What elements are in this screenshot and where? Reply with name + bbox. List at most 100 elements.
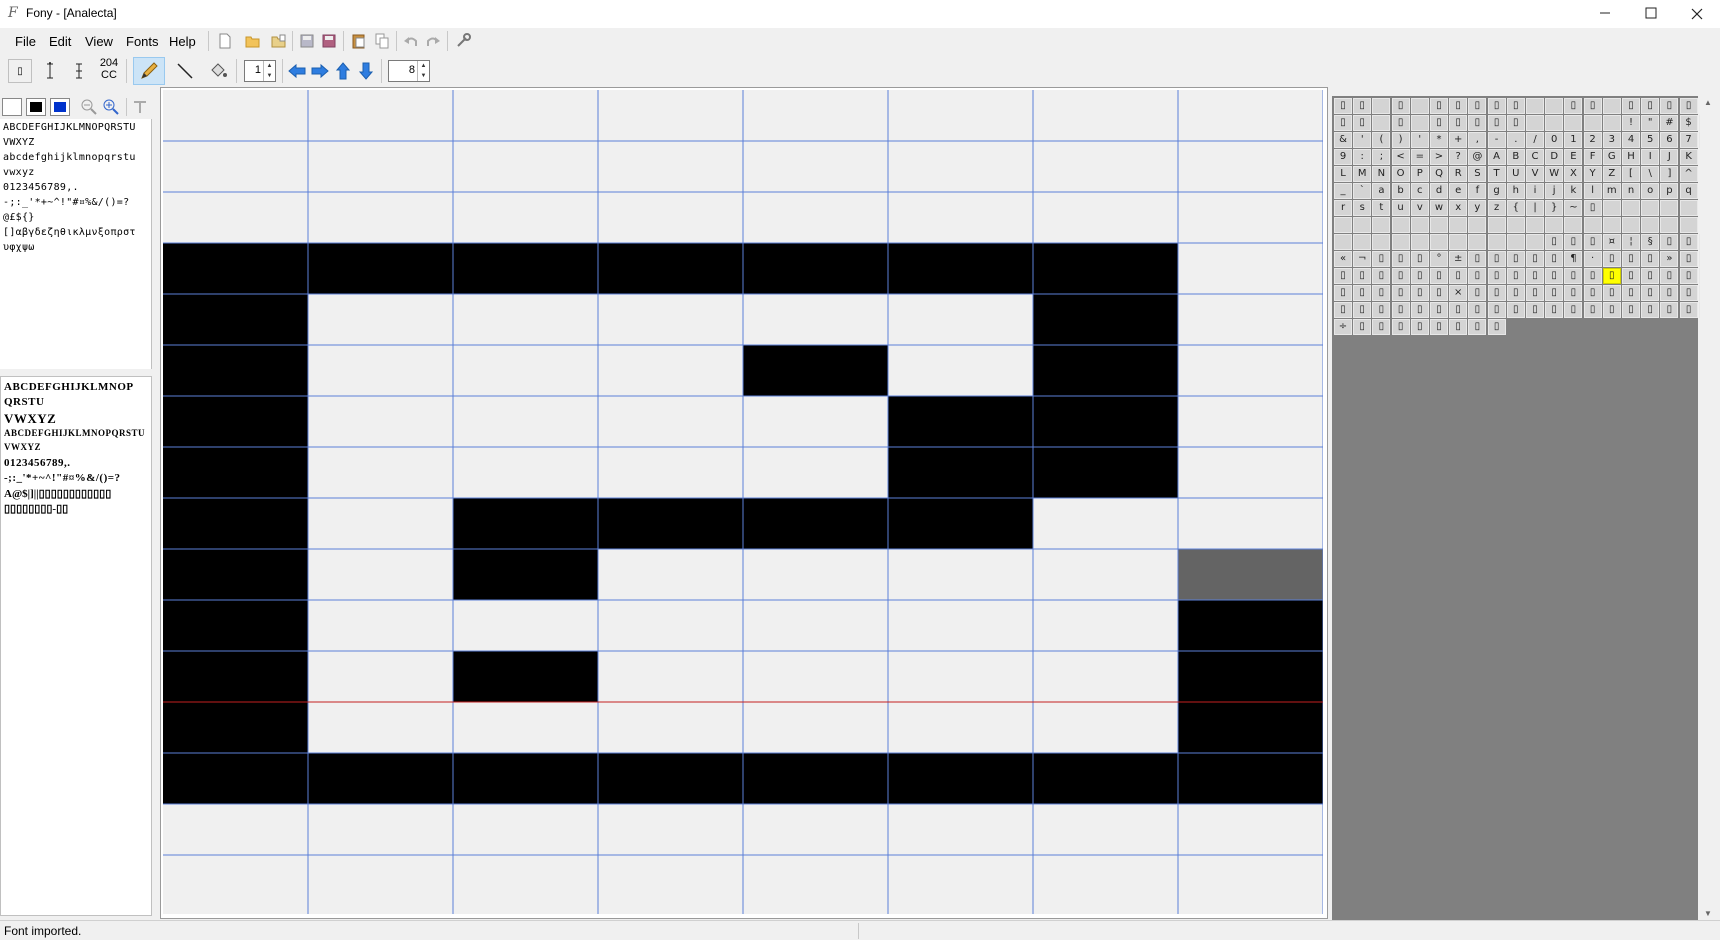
charmap-cell[interactable]	[1602, 200, 1621, 216]
charmap-cell[interactable]	[1545, 217, 1564, 233]
charmap-cell[interactable]: R	[1449, 166, 1468, 182]
charmap-cell[interactable]: j	[1545, 183, 1564, 199]
charmap-cell[interactable]: k	[1564, 183, 1583, 199]
glyph-pixel[interactable]	[598, 243, 743, 294]
charmap-cell[interactable]: g	[1487, 183, 1506, 199]
charmap-cell[interactable]: W	[1545, 166, 1564, 182]
open-recent-button[interactable]	[268, 30, 290, 52]
charmap-cell[interactable]: ▯	[1660, 285, 1679, 301]
charmap-cell[interactable]: °	[1430, 251, 1448, 267]
charmap-cell[interactable]: «	[1334, 251, 1352, 267]
charmap-cell[interactable]: ▯	[1391, 115, 1410, 131]
charmap-cell[interactable]	[1410, 98, 1429, 114]
glyph-pixel[interactable]	[453, 753, 598, 804]
charmap-cell[interactable]: ▯	[1487, 98, 1506, 114]
charmap-cell[interactable]: x	[1449, 200, 1468, 216]
charmap-cell[interactable]: ▯	[1391, 98, 1410, 114]
charmap-cell[interactable]: ·	[1583, 251, 1602, 267]
charmap-cell[interactable]: z	[1487, 200, 1506, 216]
charmap-cell[interactable]: ▯	[1564, 268, 1583, 284]
charmap-cell[interactable]: N	[1372, 166, 1391, 182]
charmap-cell[interactable]	[1430, 217, 1448, 233]
charmap-cell[interactable]	[1526, 234, 1544, 250]
charmap-cell[interactable]: ▯	[1506, 268, 1525, 284]
charmap-cell[interactable]	[1410, 217, 1429, 233]
charmap-cell[interactable]	[1602, 115, 1621, 131]
charmap-cell[interactable]	[1679, 217, 1698, 233]
edit-text-button[interactable]	[129, 96, 151, 118]
charmap-cell[interactable]: T	[1487, 166, 1506, 182]
charmap-cell[interactable]: C	[1526, 149, 1544, 165]
glyph-pixel[interactable]	[453, 243, 598, 294]
charmap-cell[interactable]: ▯	[1334, 285, 1352, 301]
glyph-pixel[interactable]	[163, 396, 308, 447]
charmap-cell[interactable]	[1487, 217, 1506, 233]
charmap-cell[interactable]	[1449, 234, 1468, 250]
charmap-cell[interactable]: ▯	[1506, 302, 1525, 318]
charmap-cell[interactable]: O	[1391, 166, 1410, 182]
paste-button[interactable]	[348, 30, 370, 52]
charmap-cell[interactable]	[1583, 217, 1602, 233]
charmap-cell[interactable]: ▯	[1545, 268, 1564, 284]
charmap-cell[interactable]: /	[1526, 132, 1544, 148]
charmap-cell[interactable]: ▯	[1622, 268, 1640, 284]
charmap-cell[interactable]	[1641, 217, 1660, 233]
charmap-cell[interactable]: ▯	[1545, 234, 1564, 250]
charmap-cell[interactable]: Y	[1583, 166, 1602, 182]
charmap-cell[interactable]: ▯	[1583, 268, 1602, 284]
new-file-button[interactable]	[214, 30, 236, 52]
charmap-cell[interactable]: ▯	[1641, 302, 1660, 318]
charmap-cell[interactable]: '	[1353, 132, 1372, 148]
charmap-cell[interactable]: h	[1506, 183, 1525, 199]
charmap-cell[interactable]: ▯	[1506, 285, 1525, 301]
charmap-cell[interactable]	[1391, 234, 1410, 250]
background-color-button[interactable]	[2, 98, 22, 116]
charmap-cell[interactable]: ▯	[1449, 268, 1468, 284]
charmap-cell[interactable]: 7	[1679, 132, 1698, 148]
shift-up-button[interactable]	[332, 60, 354, 82]
charmap-cell[interactable]: P	[1410, 166, 1429, 182]
zoom-in-button[interactable]	[100, 96, 122, 118]
charmap-cell[interactable]: ▯	[1545, 251, 1564, 267]
charmap-cell[interactable]: ^	[1679, 166, 1698, 182]
charmap-cell[interactable]: ▯	[1487, 115, 1506, 131]
charmap-cell[interactable]: M	[1353, 166, 1372, 182]
charmap-cell[interactable]: ▯	[1353, 319, 1372, 335]
charmap-cell[interactable]: w	[1430, 200, 1448, 216]
charmap-cell[interactable]: ¦	[1622, 234, 1640, 250]
charmap-cell[interactable]: &	[1334, 132, 1352, 148]
charmap-cell[interactable]: ▯	[1410, 319, 1429, 335]
zoom-out-button[interactable]	[78, 96, 100, 118]
charmap-cell[interactable]: ▯	[1372, 285, 1391, 301]
charmap-cell[interactable]	[1583, 115, 1602, 131]
charmap-cell[interactable]: ▯	[1602, 302, 1621, 318]
charmap-cell[interactable]: @	[1468, 149, 1487, 165]
charmap-cell[interactable]: t	[1372, 200, 1391, 216]
charmap-cell[interactable]: l	[1583, 183, 1602, 199]
glyph-pixel[interactable]	[598, 498, 743, 549]
charmap-cell[interactable]: ▯	[1372, 268, 1391, 284]
glyph-pixel[interactable]	[743, 498, 888, 549]
charmap-cell[interactable]: ]	[1660, 166, 1679, 182]
charmap-cell[interactable]: ▯	[1353, 302, 1372, 318]
charmap-cell[interactable]: ¤	[1602, 234, 1621, 250]
charmap-cell[interactable]: i	[1526, 183, 1544, 199]
glyph-pixel[interactable]	[1178, 651, 1323, 702]
glyph-pixel[interactable]	[453, 549, 598, 600]
charmap-cell[interactable]: a	[1372, 183, 1391, 199]
charmap-cell[interactable]: ▯	[1449, 319, 1468, 335]
charmap-cell[interactable]	[1660, 200, 1679, 216]
charmap-cell[interactable]: ▯	[1430, 285, 1448, 301]
charmap-cell[interactable]: ▯	[1526, 302, 1544, 318]
charmap-cell[interactable]: ▯	[1372, 319, 1391, 335]
charmap-cell[interactable]: ▯	[1679, 251, 1698, 267]
charmap-cell[interactable]: »	[1660, 251, 1679, 267]
charmap-cell[interactable]: 6	[1660, 132, 1679, 148]
charmap-cell[interactable]: d	[1430, 183, 1448, 199]
charmap-cell[interactable]	[1334, 234, 1352, 250]
charmap-cell[interactable]: ▯	[1641, 285, 1660, 301]
charmap-cell[interactable]: ▯	[1622, 98, 1640, 114]
charmap-cell[interactable]: ▯	[1372, 302, 1391, 318]
charmap-cell[interactable]: ▯	[1564, 285, 1583, 301]
charmap-cell[interactable]: +	[1449, 132, 1468, 148]
